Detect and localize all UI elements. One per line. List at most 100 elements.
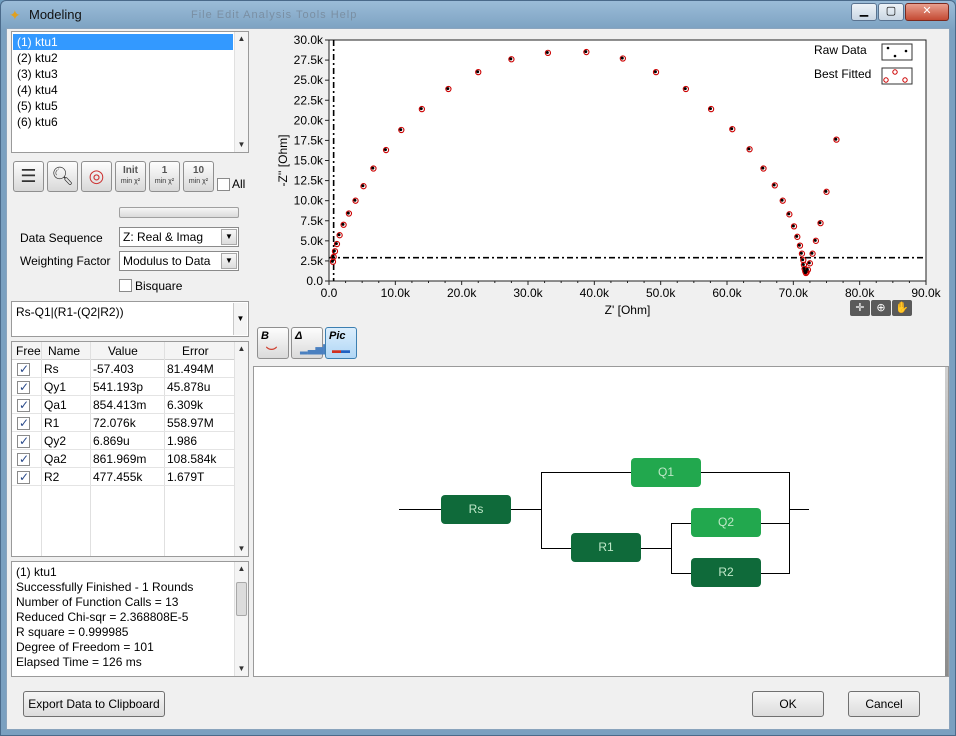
all-checkbox[interactable] bbox=[217, 178, 230, 191]
maximize-button[interactable]: ▢ bbox=[878, 3, 904, 21]
dataset-item-4[interactable]: (4) ktu4 bbox=[13, 82, 233, 98]
table-row[interactable]: Qy2 6.869u 1.986 bbox=[12, 432, 236, 450]
col-free: Free bbox=[16, 344, 41, 358]
param-value[interactable]: 72.076k bbox=[93, 416, 136, 430]
weighting-factor-select[interactable]: Modulus to Data ▼ bbox=[119, 251, 239, 271]
table-row[interactable]: Qa1 854.413m 6.309k bbox=[12, 396, 236, 414]
table-row[interactable]: Qy1 541.193p 45.878u bbox=[12, 378, 236, 396]
scroll-up-icon[interactable]: ▲ bbox=[235, 562, 248, 576]
scroll-down-icon[interactable]: ▼ bbox=[235, 542, 248, 556]
raw-data-point bbox=[813, 238, 817, 242]
dataset-item-3[interactable]: (3) ktu3 bbox=[13, 66, 233, 82]
dataset-item-2[interactable]: (2) ktu2 bbox=[13, 50, 233, 66]
chevron-down-icon[interactable]: ▼ bbox=[233, 303, 247, 335]
chevron-down-icon[interactable]: ▼ bbox=[221, 253, 237, 269]
element-q2[interactable]: Q2 bbox=[691, 508, 761, 537]
hand-pan-icon[interactable]: ✋ bbox=[892, 300, 912, 316]
data-table-button[interactable]: ☰ bbox=[13, 161, 44, 192]
equivalent-circuit-diagram: Rs Q1 R1 Q2 R2 bbox=[253, 366, 949, 677]
raw-data-point bbox=[683, 87, 687, 91]
scroll-up-icon[interactable]: ▲ bbox=[235, 342, 248, 356]
free-checkbox[interactable] bbox=[17, 434, 30, 448]
dataset-item-6[interactable]: (6) ktu6 bbox=[13, 114, 233, 130]
cancel-button[interactable]: Cancel bbox=[848, 691, 920, 717]
wire bbox=[541, 472, 631, 473]
element-r1[interactable]: R1 bbox=[571, 533, 641, 562]
param-value[interactable]: 861.969m bbox=[93, 452, 146, 466]
init-min-chi-button[interactable]: Init min χ² bbox=[115, 161, 146, 192]
table-row[interactable]: R2 477.455k 1.679T bbox=[12, 468, 236, 486]
dataset-list-scrollbar[interactable]: ▲ ▼ bbox=[234, 32, 248, 152]
minimize-button[interactable]: ▁ bbox=[851, 3, 877, 21]
target-button[interactable]: ◎ bbox=[81, 161, 112, 192]
raw-data-point bbox=[772, 183, 776, 187]
curve-icon: ︶ bbox=[266, 347, 277, 359]
export-clipboard-button[interactable]: Export Data to Clipboard bbox=[23, 691, 165, 717]
param-error: 1.679T bbox=[167, 470, 205, 484]
scroll-up-icon[interactable]: ▲ bbox=[235, 32, 248, 46]
model-string[interactable]: Rs-Q1|(R1-(Q2|R2)) bbox=[16, 305, 124, 319]
raw-data-point bbox=[330, 259, 334, 263]
close-button[interactable]: ✕ bbox=[905, 3, 949, 21]
free-checkbox[interactable] bbox=[17, 398, 30, 412]
zoom-icon[interactable]: ⊕ bbox=[871, 300, 891, 316]
tab-delta-label: Δ bbox=[295, 330, 303, 342]
wire bbox=[761, 523, 789, 524]
parameter-table-scrollbar[interactable]: ▲ ▼ bbox=[234, 342, 248, 556]
free-checkbox[interactable] bbox=[17, 362, 30, 376]
raw-data-point bbox=[797, 243, 801, 247]
log-scrollbar[interactable]: ▲ ▼ bbox=[234, 562, 248, 676]
free-checkbox[interactable] bbox=[17, 380, 30, 394]
raw-data-point bbox=[761, 166, 765, 170]
param-value[interactable]: 477.455k bbox=[93, 470, 142, 484]
title-bar[interactable]: ✦ Modeling File Edit Analysis Tools Help… bbox=[1, 1, 955, 29]
ok-button[interactable]: OK bbox=[752, 691, 824, 717]
fit-ten-button[interactable]: 10 min χ² bbox=[183, 161, 214, 192]
y-tick-label: 17.5k bbox=[294, 133, 324, 147]
fit-once-button[interactable]: 1 min χ² bbox=[149, 161, 180, 192]
wire bbox=[701, 472, 789, 473]
raw-data-point bbox=[584, 50, 588, 54]
crosshair-icon[interactable]: ✛ bbox=[850, 300, 870, 316]
nyquist-chart[interactable]: 0.0 10.0k 20.0k 30.0k 40.0k 50.0k 60.0k 70.0k 80… bbox=[257, 31, 947, 321]
element-rs[interactable]: Rs bbox=[441, 495, 511, 524]
free-checkbox[interactable] bbox=[17, 452, 30, 466]
tab-b[interactable]: B ︶ bbox=[257, 327, 289, 359]
x-tick-label: 40.0k bbox=[580, 286, 610, 300]
data-sequence-select[interactable]: Z: Real & Imag ▼ bbox=[119, 227, 239, 247]
dataset-item-5[interactable]: (5) ktu5 bbox=[13, 98, 233, 114]
dataset-item-1[interactable]: (1) ktu1 bbox=[13, 34, 233, 50]
fit-result-log: (1) ktu1 Successfully Finished - 1 Round… bbox=[11, 561, 249, 677]
x-tick-label: 60.0k bbox=[712, 286, 742, 300]
table-row[interactable]: R1 72.076k 558.97M bbox=[12, 414, 236, 432]
y-tick-label: 22.5k bbox=[294, 93, 324, 107]
log-scroll-thumb[interactable] bbox=[236, 582, 247, 616]
scroll-down-icon[interactable]: ▼ bbox=[235, 138, 248, 152]
element-r2[interactable]: R2 bbox=[691, 558, 761, 587]
free-checkbox[interactable] bbox=[17, 416, 30, 430]
init-label: Init bbox=[123, 165, 138, 176]
legend-fit-label: Best Fitted bbox=[814, 67, 871, 81]
param-name: Qa1 bbox=[44, 398, 67, 412]
table-row[interactable]: Rs -57.403 81.494M bbox=[12, 360, 236, 378]
tab-pic[interactable]: Pic ▬▬ bbox=[325, 327, 357, 359]
model-string-combo[interactable]: Rs-Q1|(R1-(Q2|R2)) ▼ bbox=[11, 301, 249, 337]
bisquare-checkbox[interactable] bbox=[119, 279, 132, 292]
nyquist-plot[interactable]: 0.0 10.0k 20.0k 30.0k 40.0k 50.0k 60.0k 70.0k 80… bbox=[257, 31, 947, 321]
free-checkbox[interactable] bbox=[17, 470, 30, 484]
dataset-list[interactable]: (1) ktu1 (2) ktu2 (3) ktu3 (4) ktu4 (5) … bbox=[11, 31, 249, 153]
tab-delta[interactable]: Δ ▂▃▅▇ bbox=[291, 327, 331, 359]
x-axis-label: Z' [Ohm] bbox=[605, 303, 651, 317]
param-value[interactable]: -57.403 bbox=[93, 362, 134, 376]
log-line: Reduced Chi-sqr = 2.368808E-5 bbox=[16, 610, 189, 624]
param-value[interactable]: 6.869u bbox=[93, 434, 130, 448]
param-value[interactable]: 854.413m bbox=[93, 398, 146, 412]
scroll-down-icon[interactable]: ▼ bbox=[235, 662, 248, 676]
table-row[interactable]: Qa2 861.969m 108.584k bbox=[12, 450, 236, 468]
param-value[interactable]: 541.193p bbox=[93, 380, 143, 394]
raw-data-point bbox=[620, 56, 624, 60]
zoom-button[interactable]: 🔍︎ bbox=[47, 161, 78, 192]
y-tick-label: 15.0k bbox=[294, 154, 324, 168]
element-q1[interactable]: Q1 bbox=[631, 458, 701, 487]
chevron-down-icon[interactable]: ▼ bbox=[221, 229, 237, 245]
